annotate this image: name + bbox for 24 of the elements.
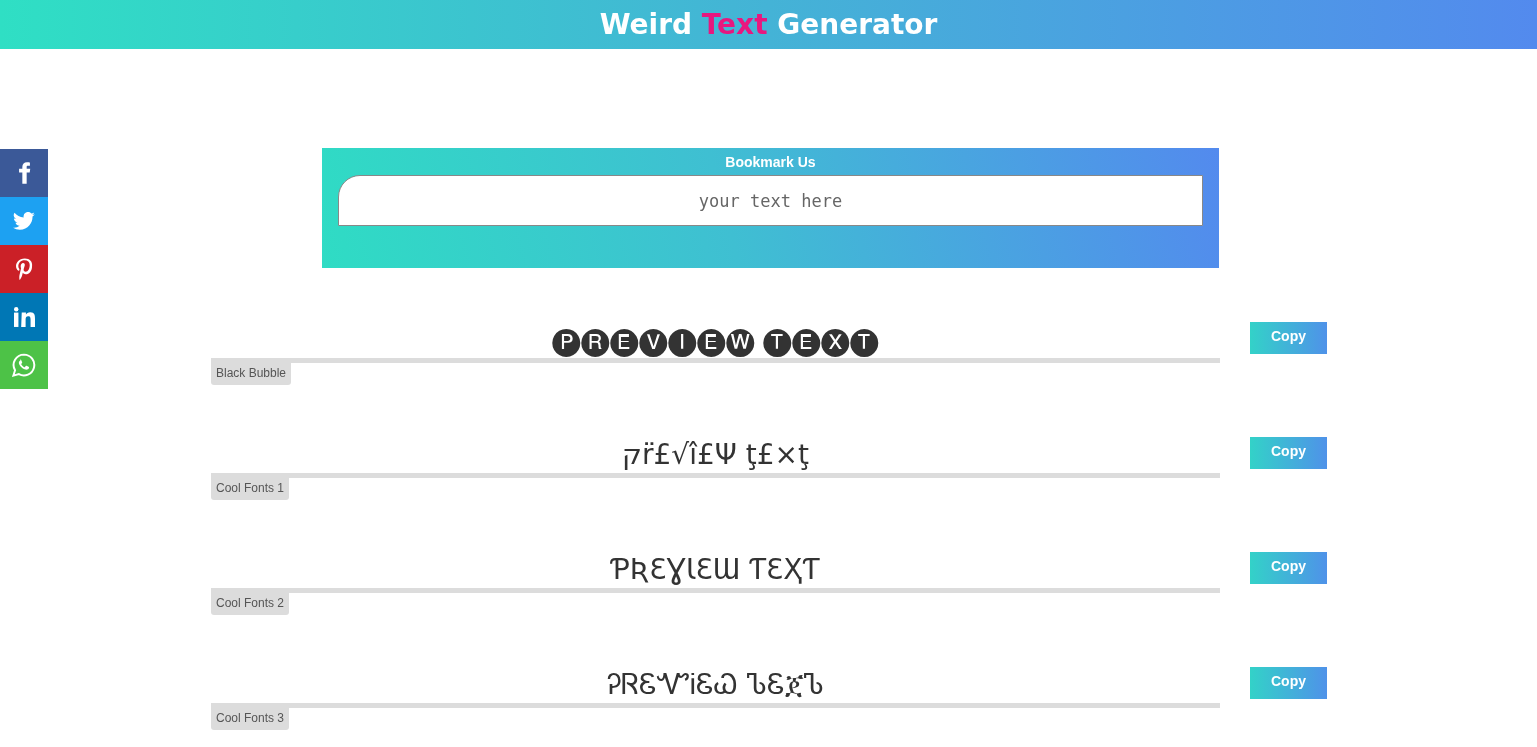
bookmark-heading: Bookmark Us — [724, 153, 817, 171]
preview-text: ᎮᏒᏋᏉᎥᏋᏇ ᏖᏋጀᏖ — [606, 667, 825, 703]
pinterest-icon — [15, 258, 33, 280]
style-label: Cool Fonts 1 — [211, 478, 290, 500]
facebook-icon — [17, 162, 31, 184]
bird-icon — [13, 212, 35, 230]
preview-text: 🅟🅡🅔🅥🅘🅔🅦 🅣🅔🅧🅣 — [550, 322, 881, 358]
style-label: Cool Fonts 2 — [211, 593, 290, 615]
whatsapp-icon — [12, 353, 36, 377]
style-label: Black Bubble — [211, 363, 292, 385]
preview-text: ƤƦƐƔƖƐƜ ƬƐҲƬ — [609, 552, 821, 588]
copy-button[interactable]: Copy — [1250, 667, 1327, 699]
site-title: Weird Text Generator — [599, 6, 938, 43]
share-button[interactable] — [0, 197, 48, 245]
copy-button[interactable]: Copy — [1250, 552, 1327, 584]
copy-button[interactable]: Copy — [1250, 322, 1327, 354]
style-label: Cool Fonts 3 — [211, 708, 290, 730]
copy-button[interactable]: Copy — [1250, 437, 1327, 469]
preview-text: קr̈£√î£Ψ ţ£×ţ — [621, 437, 810, 473]
share-button[interactable] — [0, 149, 48, 197]
linkedin-icon — [13, 307, 35, 327]
text-input[interactable]: your text here — [338, 175, 1203, 226]
share-button[interactable] — [0, 293, 48, 341]
share-button[interactable] — [0, 245, 48, 293]
